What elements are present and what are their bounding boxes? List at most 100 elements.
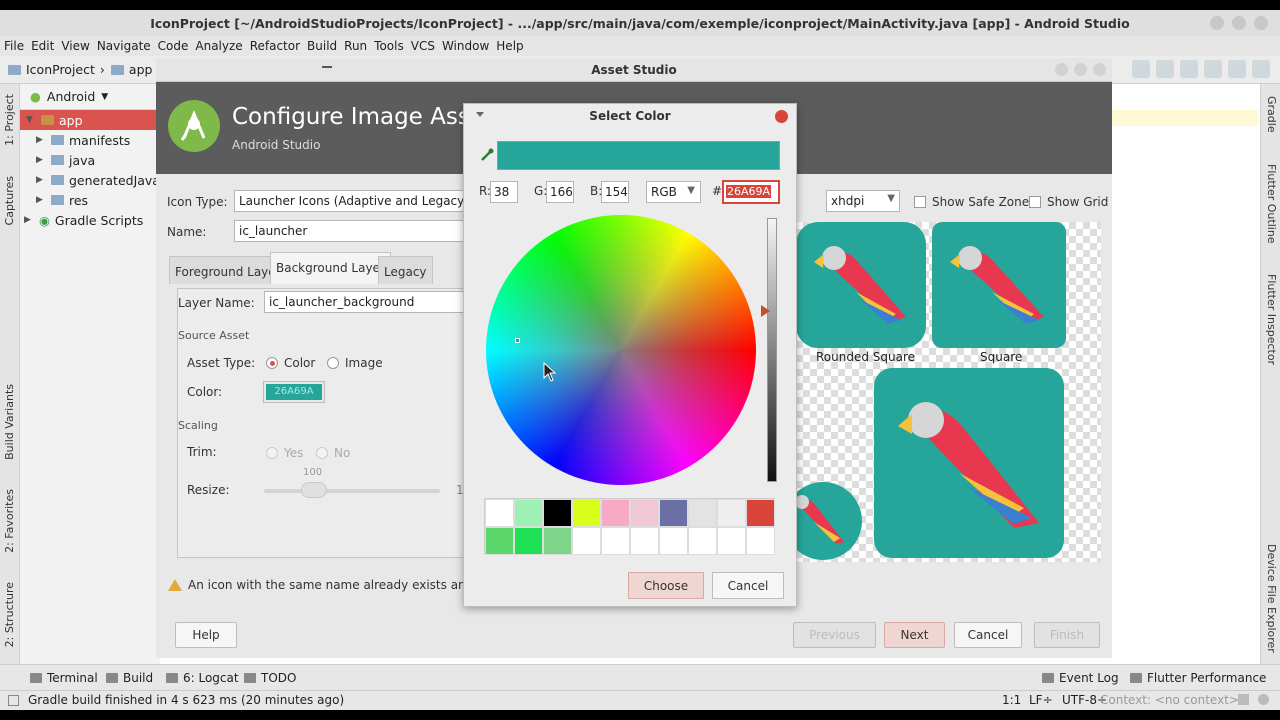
favorites-tool-tab[interactable]: 2: Favorites [3, 489, 16, 553]
menu-run[interactable]: Run [344, 39, 367, 53]
palette-swatch[interactable] [717, 527, 746, 555]
next-button[interactable]: Next [884, 622, 945, 648]
minimize-button[interactable] [1055, 63, 1068, 76]
palette-swatch[interactable] [659, 527, 688, 555]
cancel-button[interactable]: Cancel [954, 622, 1022, 648]
color-mode-select[interactable]: RGB ▼ [646, 181, 701, 203]
terminal-tool-button[interactable]: Terminal [30, 671, 98, 685]
sync-icon[interactable] [1132, 60, 1150, 78]
palette-swatch[interactable] [601, 527, 630, 555]
grid-checkbox[interactable] [1029, 196, 1041, 208]
minimize-window-button[interactable] [1210, 16, 1224, 30]
build-variants-tool-tab[interactable]: Build Variants [3, 384, 16, 460]
previous-button[interactable]: Previous [793, 622, 876, 648]
maximize-button[interactable] [1074, 63, 1087, 76]
project-view-selector[interactable]: ● Android ▼ [20, 84, 160, 110]
device-file-explorer-tool-tab[interactable]: Device File Explorer [1265, 544, 1278, 653]
tree-item-gradle-scripts[interactable]: ▶ ◉ Gradle Scripts [20, 210, 160, 230]
red-input[interactable]: 38 [490, 181, 518, 203]
captures-tool-tab[interactable]: Captures [3, 176, 16, 225]
choose-button[interactable]: Choose [628, 572, 704, 599]
asset-type-color-option[interactable]: Color [266, 356, 315, 370]
radio-trim-no[interactable] [316, 447, 328, 459]
palette-swatch[interactable] [514, 527, 543, 555]
color-picker-pipette-icon[interactable] [480, 148, 494, 162]
project-tool-tab[interactable]: 1: Project [3, 94, 16, 146]
menu-code[interactable]: Code [158, 39, 189, 53]
palette-swatch[interactable] [659, 499, 688, 527]
close-icon[interactable] [775, 110, 788, 123]
palette-swatch[interactable] [717, 499, 746, 527]
palette-swatch[interactable] [688, 527, 717, 555]
status-message[interactable]: Gradle build finished in 4 s 623 ms (20 … [28, 693, 344, 707]
logcat-tool-button[interactable]: 6: Logcat [166, 671, 239, 685]
lock-icon[interactable] [1238, 694, 1249, 705]
tree-item-res[interactable]: ▶ res [20, 190, 160, 210]
palette-swatch[interactable] [746, 499, 775, 527]
layer-name-input[interactable]: ic_launcher_background [264, 291, 474, 313]
tree-item-manifests[interactable]: ▶ manifests [20, 130, 160, 150]
breadcrumb-project[interactable]: IconProject › [8, 62, 105, 77]
maximize-window-button[interactable] [1232, 16, 1246, 30]
menu-tools[interactable]: Tools [374, 39, 404, 53]
toggle-tool-windows-icon[interactable] [8, 695, 19, 706]
resize-slider-thumb[interactable] [301, 482, 327, 498]
brightness-slider-handle[interactable] [761, 305, 770, 317]
menu-analyze[interactable]: Analyze [195, 39, 242, 53]
line-separator[interactable]: LF÷ [1029, 693, 1053, 707]
search-icon[interactable] [1228, 60, 1246, 78]
green-input[interactable]: 166 [546, 181, 574, 203]
menu-icon[interactable] [476, 112, 484, 117]
menu-help[interactable]: Help [496, 39, 523, 53]
project-structure-icon[interactable] [1204, 60, 1222, 78]
palette-swatch[interactable] [543, 499, 572, 527]
radio-color[interactable] [266, 357, 278, 369]
tab-background-layer[interactable]: Background Layer [270, 252, 391, 284]
finish-button[interactable]: Finish [1034, 622, 1100, 648]
color-wheel[interactable] [486, 215, 756, 485]
brightness-slider[interactable] [767, 218, 777, 482]
resize-slider-track[interactable] [264, 489, 440, 493]
palette-swatch[interactable] [572, 499, 601, 527]
inspector-icon[interactable] [1258, 694, 1269, 705]
palette-swatch[interactable] [485, 527, 514, 555]
palette-swatch[interactable] [572, 527, 601, 555]
menu-view[interactable]: View [61, 39, 89, 53]
menu-build[interactable]: Build [307, 39, 337, 53]
palette-swatch[interactable] [543, 527, 572, 555]
palette-swatch[interactable] [514, 499, 543, 527]
sdk-manager-icon[interactable] [1180, 60, 1198, 78]
flutter-inspector-tool-tab[interactable]: Flutter Inspector [1265, 274, 1278, 365]
show-safe-zone-toggle[interactable]: Show Safe Zone [914, 195, 1029, 209]
menu-window[interactable]: Window [442, 39, 489, 53]
trim-no-option[interactable]: No [316, 446, 350, 460]
palette-swatch[interactable] [485, 499, 514, 527]
palette-swatch[interactable] [746, 527, 775, 555]
palette-swatch[interactable] [688, 499, 717, 527]
tree-item-generatedjava[interactable]: ▶ generatedJava [20, 170, 160, 190]
asset-type-image-option[interactable]: Image [327, 356, 383, 370]
cancel-color-button[interactable]: Cancel [712, 572, 784, 599]
close-button[interactable] [1093, 63, 1106, 76]
menu-file[interactable]: File [4, 39, 24, 53]
help-button[interactable]: Help [175, 622, 237, 648]
safe-zone-checkbox[interactable] [914, 196, 926, 208]
cursor-position[interactable]: 1:1 [1002, 693, 1021, 707]
tree-item-app[interactable]: ▼ app [20, 110, 160, 130]
close-window-button[interactable] [1254, 16, 1268, 30]
event-log-tool-button[interactable]: Event Log [1042, 671, 1119, 685]
radio-trim-yes[interactable] [266, 447, 278, 459]
menu-vcs[interactable]: VCS [411, 39, 435, 53]
menu-refactor[interactable]: Refactor [250, 39, 300, 53]
structure-tool-tab[interactable]: 2: Structure [3, 582, 16, 647]
tab-foreground-layer[interactable]: Foreground Layer [169, 256, 287, 284]
palette-swatch[interactable] [601, 499, 630, 527]
breadcrumb-module[interactable]: app › [110, 62, 162, 77]
menu-icon[interactable] [322, 66, 332, 68]
color-wheel-marker[interactable] [515, 338, 520, 343]
palette-swatch[interactable] [630, 527, 659, 555]
palette-swatch[interactable] [630, 499, 659, 527]
gradle-tool-tab[interactable]: Gradle [1265, 96, 1278, 133]
tree-item-java[interactable]: ▶ java [20, 150, 160, 170]
build-tool-button[interactable]: Build [106, 671, 153, 685]
